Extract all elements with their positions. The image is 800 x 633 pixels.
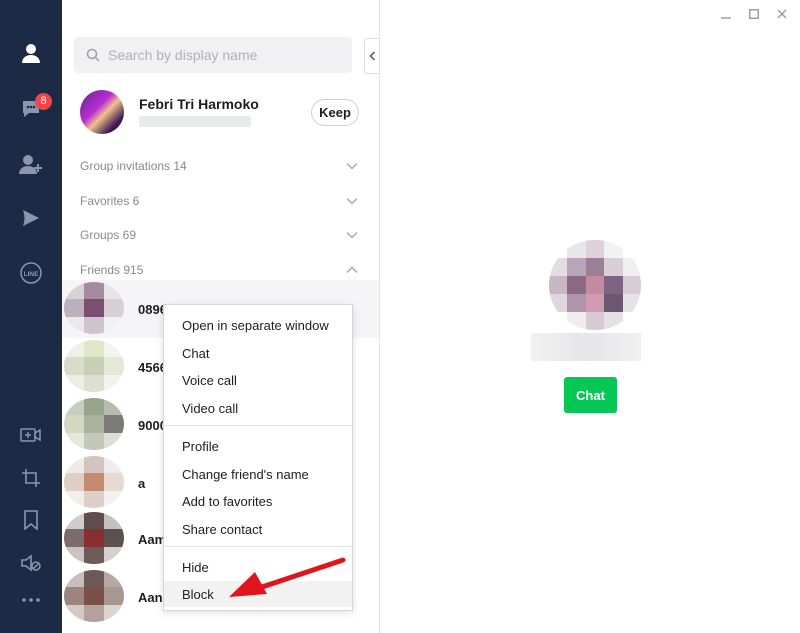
friend-avatar <box>64 456 124 508</box>
section-friends[interactable]: Friends 915 <box>80 260 358 280</box>
menu-add-to-favorites[interactable]: Add to favorites <box>164 488 352 514</box>
search-input[interactable] <box>108 37 348 73</box>
friend-detail-avatar <box>549 240 641 330</box>
section-label: Groups 69 <box>80 228 137 242</box>
menu-open-separate-window[interactable]: Open in separate window <box>164 312 352 338</box>
menu-separator <box>164 425 352 426</box>
section-label: Friends 915 <box>80 263 144 277</box>
section-label: Group invitations 14 <box>80 159 187 173</box>
more-button[interactable] <box>0 578 62 622</box>
close-button[interactable] <box>776 8 788 20</box>
mute-icon <box>21 554 41 572</box>
friend-name: Aam <box>138 532 167 547</box>
friend-avatar <box>64 340 124 392</box>
friend-name: a <box>138 476 146 491</box>
search-box[interactable] <box>74 37 352 73</box>
friends-icon <box>22 44 40 63</box>
maximize-button[interactable] <box>748 8 760 20</box>
icon-rail: 8 LINE <box>0 0 62 633</box>
my-avatar[interactable] <box>80 90 124 134</box>
menu-separator <box>164 546 352 547</box>
menu-share-contact[interactable]: Share contact <box>164 516 352 542</box>
friend-avatar <box>64 570 124 622</box>
friend-name: Aan <box>138 590 163 605</box>
svg-text:LINE: LINE <box>24 271 39 278</box>
line-tab[interactable]: LINE <box>0 251 62 295</box>
section-group-invitations[interactable]: Group invitations 14 <box>80 156 358 176</box>
line-logo-icon: LINE <box>20 262 42 284</box>
chats-tab[interactable] <box>0 87 62 131</box>
today-tab[interactable] <box>0 196 62 240</box>
chevron-left-icon <box>369 51 376 61</box>
my-profile-name: Febri Tri Harmoko <box>139 96 259 112</box>
close-icon <box>777 9 787 19</box>
video-call-icon <box>20 428 41 442</box>
friend-avatar <box>64 512 124 564</box>
friends-tab[interactable] <box>0 31 62 75</box>
window-controls <box>720 8 788 20</box>
section-favorites[interactable]: Favorites 6 <box>80 191 358 211</box>
unread-badge: 8 <box>35 93 52 110</box>
chevron-down-icon <box>346 198 358 205</box>
friend-avatar <box>64 398 124 450</box>
chat-button[interactable]: Chat <box>564 377 617 413</box>
chevron-down-icon <box>346 163 358 170</box>
maximize-icon <box>749 9 759 19</box>
minimize-icon <box>721 17 731 19</box>
collapse-panel-button[interactable] <box>364 38 379 74</box>
menu-chat[interactable]: Chat <box>164 340 352 366</box>
crop-icon <box>22 469 40 487</box>
friend-detail-name <box>531 333 641 361</box>
friend-avatar <box>64 282 124 334</box>
video-call-button[interactable] <box>0 413 62 457</box>
section-groups[interactable]: Groups 69 <box>80 225 358 245</box>
chevron-down-icon <box>346 232 358 239</box>
menu-profile[interactable]: Profile <box>164 433 352 459</box>
line-app: 8 LINE Search by display name Febri Tri … <box>0 0 800 633</box>
bookmark-icon <box>24 510 38 530</box>
menu-voice-call[interactable]: Voice call <box>164 367 352 393</box>
annotation-arrow-icon <box>229 557 346 597</box>
today-icon <box>23 210 39 226</box>
add-friend-tab[interactable] <box>0 142 62 186</box>
my-status-message <box>139 116 251 127</box>
keep-button-profile[interactable]: Keep <box>311 99 359 126</box>
more-icon <box>22 598 40 602</box>
chevron-up-icon <box>346 266 358 273</box>
section-label: Favorites 6 <box>80 194 140 208</box>
menu-video-call[interactable]: Video call <box>164 395 352 421</box>
search-icon <box>86 48 100 62</box>
keep-button[interactable] <box>0 498 62 542</box>
add-friend-icon <box>19 155 42 174</box>
menu-change-friends-name[interactable]: Change friend's name <box>164 461 352 487</box>
crop-button[interactable] <box>0 456 62 500</box>
minimize-button[interactable] <box>720 8 732 20</box>
